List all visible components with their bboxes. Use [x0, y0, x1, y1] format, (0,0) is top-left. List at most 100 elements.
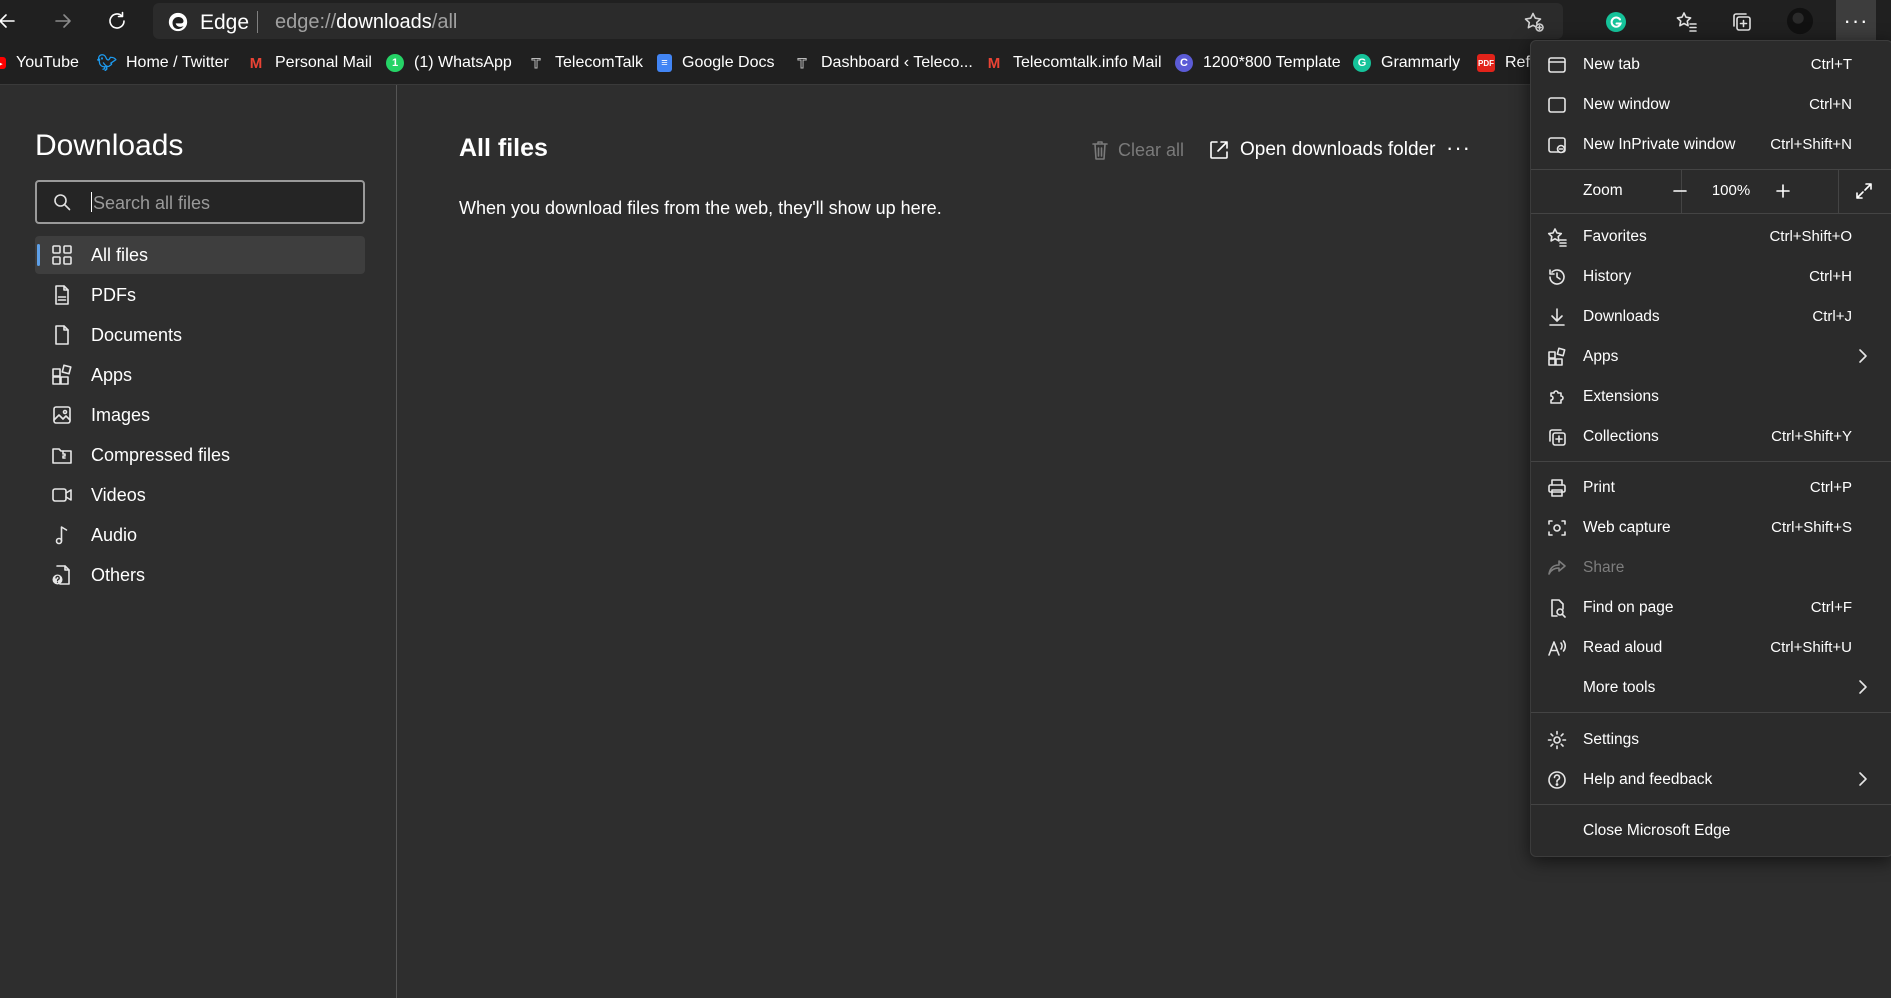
- more-options-button[interactable]: ···: [1446, 135, 1471, 161]
- menu-shortcut: Ctrl+H: [1809, 268, 1852, 285]
- collections-icon: [1733, 13, 1751, 31]
- menu-label: Help and feedback: [1583, 771, 1713, 788]
- nav-others[interactable]: Others: [35, 556, 365, 594]
- bookmark-personal-mail[interactable]: M Personal Mail: [247, 51, 372, 75]
- menu-label: Downloads: [1583, 308, 1660, 325]
- nav-documents[interactable]: Documents: [35, 316, 365, 354]
- menu-label: History: [1583, 268, 1632, 285]
- zoom-in-button[interactable]: [1770, 178, 1796, 204]
- chevron-right-icon: [1859, 349, 1867, 363]
- menu-shortcut: Ctrl+Shift+S: [1771, 519, 1852, 536]
- bookmark-label: YouTube: [16, 54, 79, 71]
- nav-videos[interactable]: Videos: [35, 476, 365, 514]
- menu-print[interactable]: Print Ctrl+P: [1531, 468, 1891, 508]
- url-text[interactable]: edge://downloads/all: [275, 11, 457, 34]
- bookmark-youtube[interactable]: ▶ YouTube: [0, 51, 79, 75]
- nav-label: Audio: [91, 524, 138, 545]
- nav-all-files[interactable]: All files: [35, 236, 365, 274]
- edge-logo-icon: [168, 12, 188, 32]
- menu-favorites[interactable]: Favorites Ctrl+Shift+O: [1531, 217, 1891, 257]
- bookmark-grammarly[interactable]: G Grammarly: [1353, 51, 1460, 75]
- menu-new-inprivate-window[interactable]: New InPrivate window Ctrl+Shift+N: [1531, 125, 1891, 165]
- menu-close-edge[interactable]: Close Microsoft Edge: [1531, 811, 1891, 851]
- bookmark-telecomtalk-mail[interactable]: M Telecomtalk.info Mail: [985, 51, 1162, 75]
- clear-all-button[interactable]: Clear all: [1090, 137, 1184, 163]
- open-external-icon: [1210, 141, 1228, 159]
- menu-more-tools[interactable]: More tools: [1531, 668, 1891, 708]
- add-favorite-button[interactable]: [1523, 11, 1545, 33]
- bookmark-template[interactable]: C 1200*800 Template: [1175, 51, 1341, 75]
- gear-icon: [1547, 730, 1567, 750]
- menu-extensions[interactable]: Extensions: [1531, 377, 1891, 417]
- forward-button[interactable]: [48, 6, 78, 36]
- star-add-icon: [1524, 12, 1544, 32]
- menu-label: Settings: [1583, 731, 1640, 748]
- bookmark-whatsapp[interactable]: 1 (1) WhatsApp: [386, 51, 512, 75]
- menu-label: Apps: [1583, 348, 1619, 365]
- bookmark-google-docs[interactable]: ≡ Google Docs: [657, 51, 775, 75]
- bookmark-dashboard[interactable]: T Dashboard ‹ Teleco...: [793, 51, 973, 75]
- image-icon: [50, 403, 74, 427]
- menu-apps[interactable]: Apps: [1531, 337, 1891, 377]
- zoom-level: 100%: [1711, 182, 1751, 199]
- telecomtalk-icon: T: [527, 54, 545, 72]
- menu-settings[interactable]: Settings: [1531, 720, 1891, 760]
- bookmark-telecomtalk[interactable]: T TelecomTalk: [527, 51, 643, 75]
- grammarly-icon: G: [1353, 54, 1371, 72]
- grammarly-extension-button[interactable]: [1602, 8, 1630, 36]
- browser-name: Edge: [200, 11, 250, 34]
- menu-label: Find on page: [1583, 599, 1674, 616]
- menu-shortcut: Ctrl+Shift+N: [1770, 136, 1852, 153]
- nav-images[interactable]: Images: [35, 396, 365, 434]
- collections-button[interactable]: [1728, 8, 1756, 36]
- open-downloads-folder-button[interactable]: Open downloads folder: [1208, 137, 1435, 163]
- zoom-label: Zoom: [1583, 182, 1623, 199]
- twitter-icon: 🐦︎: [96, 55, 118, 72]
- back-button[interactable]: [0, 6, 22, 36]
- menu-collections[interactable]: Collections Ctrl+Shift+Y: [1531, 417, 1891, 457]
- menu-shortcut: Ctrl+Shift+O: [1769, 228, 1852, 245]
- telecomtalk-icon: T: [793, 54, 811, 72]
- zoom-out-button[interactable]: [1667, 178, 1693, 204]
- bookmark-twitter[interactable]: 🐦︎ Home / Twitter: [96, 51, 229, 75]
- menu-web-capture[interactable]: Web capture Ctrl+Shift+S: [1531, 508, 1891, 548]
- refresh-icon: [109, 11, 125, 29]
- grid-icon: [50, 243, 74, 267]
- nav-compressed-files[interactable]: Compressed files: [35, 436, 365, 474]
- menu-history[interactable]: History Ctrl+H: [1531, 257, 1891, 297]
- nav-audio[interactable]: Audio: [35, 516, 365, 554]
- apps-icon: [50, 363, 74, 387]
- trash-icon: [1092, 141, 1108, 160]
- refresh-button[interactable]: [102, 6, 132, 36]
- menu-shortcut: Ctrl+Shift+Y: [1771, 428, 1852, 445]
- nav-pdfs[interactable]: PDFs: [35, 276, 365, 314]
- favorites-button[interactable]: [1673, 8, 1701, 36]
- menu-read-aloud[interactable]: Read aloud Ctrl+Shift+U: [1531, 628, 1891, 668]
- music-note-icon: [50, 523, 74, 547]
- settings-and-more-button[interactable]: ···: [1836, 0, 1876, 42]
- menu-new-window[interactable]: New window Ctrl+N: [1531, 85, 1891, 125]
- menu-label: Share: [1583, 559, 1625, 576]
- downloads-sidebar: Downloads All files PDFs Documents Apps …: [0, 85, 397, 998]
- bookmark-label: 1200*800 Template: [1203, 54, 1341, 71]
- bookmark-label: Dashboard ‹ Teleco...: [821, 54, 973, 71]
- nav-apps[interactable]: Apps: [35, 356, 365, 394]
- menu-find-on-page[interactable]: Find on page Ctrl+F: [1531, 588, 1891, 628]
- nav-label: Compressed files: [91, 444, 231, 465]
- menu-label: Web capture: [1583, 519, 1671, 536]
- profile-button[interactable]: [1786, 7, 1814, 35]
- search-box[interactable]: [35, 180, 365, 224]
- fullscreen-button[interactable]: [1851, 178, 1877, 204]
- address-bar[interactable]: Edge edge://downloads/all: [153, 3, 1563, 39]
- menu-downloads[interactable]: Downloads Ctrl+J: [1531, 297, 1891, 337]
- search-input[interactable]: [91, 190, 355, 216]
- menu-label: New window: [1583, 96, 1671, 113]
- canva-icon: C: [1175, 54, 1193, 72]
- menu-new-tab[interactable]: New tab Ctrl+T: [1531, 45, 1891, 85]
- share-icon: [1548, 560, 1566, 575]
- pdf-file-icon: [50, 283, 74, 307]
- star-list-icon: [1676, 12, 1697, 32]
- chevron-right-icon: [1859, 772, 1867, 786]
- menu-zoom: Zoom 100%: [1531, 169, 1891, 213]
- menu-help-and-feedback[interactable]: Help and feedback: [1531, 760, 1891, 800]
